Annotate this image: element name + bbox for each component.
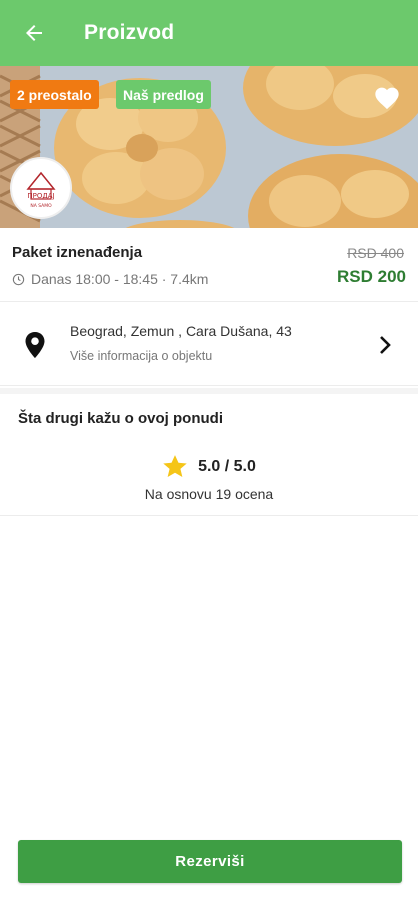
favorite-button[interactable]: [370, 80, 404, 114]
store-address: Beograd, Zemun , Cara Dušana, 43: [70, 323, 292, 339]
chevron-right-icon: [380, 336, 391, 354]
reserve-button[interactable]: Rezerviši: [18, 840, 402, 883]
pickup-time-row: Danas 18:00 - 18:45 · 7.4km: [12, 271, 208, 287]
arrow-left-icon: [26, 25, 42, 41]
location-pin-icon: [25, 332, 45, 358]
rating-value: 5.0 / 5.0: [198, 457, 256, 475]
store-logo-graphic: ПРОДАЈ NA SAMO: [13, 160, 69, 216]
rating-count: Na osnovu 19 ocena: [144, 486, 274, 502]
logo-subtext: NA SAMO: [30, 203, 52, 209]
store-logo: ПРОДАЈ NA SAMO: [10, 157, 72, 219]
reviews-title: Šta drugi kažu o ovoj ponudi: [18, 410, 223, 427]
product-name: Paket iznenađenja: [12, 244, 143, 261]
heart-icon: [375, 87, 399, 110]
product-info: Paket iznenađenja Danas 18:00 - 18:45 · …: [0, 228, 418, 302]
more-info-link: Više informacija o objektu: [70, 349, 213, 363]
clock-icon: [12, 273, 25, 286]
star-icon: [162, 454, 188, 479]
rating-row: 5.0 / 5.0: [0, 454, 418, 479]
remaining-badge: 2 preostalo: [10, 80, 99, 109]
back-button[interactable]: [14, 13, 54, 53]
product-image: 2 preostalo Naš predlog ПРОДАЈ NA SAMO: [0, 66, 418, 228]
pickup-time-distance: Danas 18:00 - 18:45 · 7.4km: [31, 271, 209, 287]
new-price: RSD 200: [337, 267, 406, 286]
old-price: RSD 400: [347, 245, 404, 261]
recommended-badge: Naš predlog: [116, 80, 211, 109]
store-location-row[interactable]: Beograd, Zemun , Cara Dušana, 43 Više in…: [0, 303, 418, 386]
reviews-section: Šta drugi kažu o ovoj ponudi 5.0 / 5.0 N…: [0, 388, 418, 516]
logo-text: ПРОДАЈ: [27, 192, 54, 200]
page-title: Proizvod: [84, 21, 175, 44]
app-bar: Proizvod: [0, 0, 418, 66]
